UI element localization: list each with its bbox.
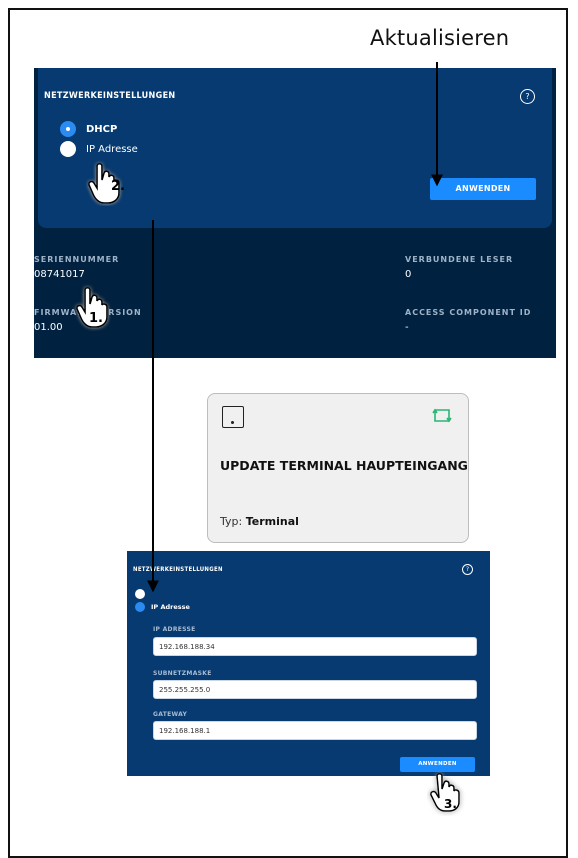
step-1-label: 1. [89, 311, 103, 326]
hand-cursor-icon: 3. [430, 773, 460, 812]
step-2-label: 2. [111, 179, 125, 194]
step-3-label: 3. [444, 797, 457, 811]
annotation-arrows [147, 62, 443, 593]
hand-cursor-icon: 2. [88, 162, 125, 204]
hand-cursor-icon: 1. [76, 286, 108, 328]
